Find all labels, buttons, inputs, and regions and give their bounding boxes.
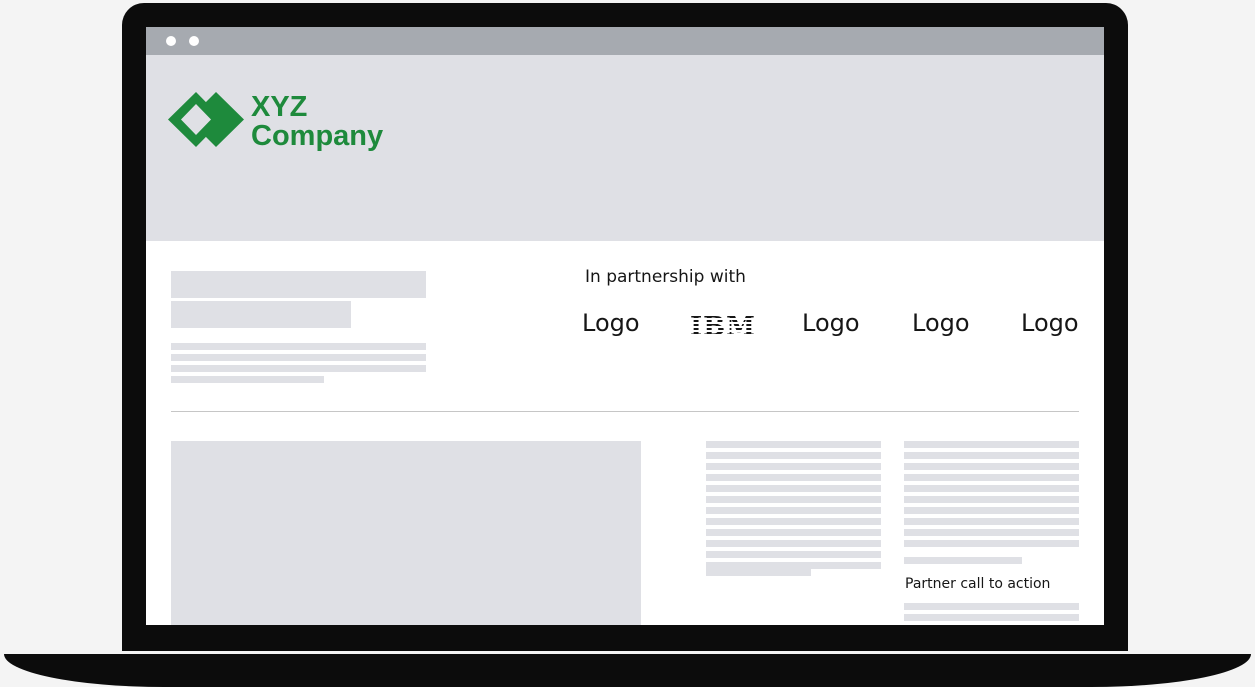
window-dot-icon bbox=[189, 36, 199, 46]
browser-bar bbox=[146, 27, 1104, 55]
text-line bbox=[904, 485, 1079, 492]
ibm-logo[interactable]: IBM bbox=[690, 312, 756, 342]
text-line bbox=[706, 441, 881, 448]
text-line bbox=[904, 614, 1079, 621]
text-line bbox=[706, 485, 881, 492]
brand-name-line1: XYZ bbox=[251, 91, 308, 123]
laptop-base bbox=[4, 654, 1251, 687]
text-line bbox=[904, 441, 1079, 448]
diamond-logo-icon bbox=[168, 92, 244, 147]
text-line bbox=[706, 529, 881, 536]
text-line bbox=[706, 474, 881, 481]
text-line bbox=[706, 507, 881, 514]
intro-text-line bbox=[171, 343, 426, 350]
intro-subtitle-placeholder bbox=[171, 301, 351, 328]
text-line bbox=[904, 518, 1079, 525]
partnership-heading: In partnership with bbox=[585, 267, 746, 287]
text-line bbox=[706, 540, 881, 547]
text-line bbox=[904, 452, 1079, 459]
text-line bbox=[706, 496, 881, 503]
text-line bbox=[904, 529, 1079, 536]
hero-banner: XYZ Company bbox=[146, 55, 1104, 241]
intro-text-line bbox=[171, 376, 324, 383]
text-line bbox=[904, 496, 1079, 503]
brand-logo[interactable]: XYZ Company bbox=[168, 91, 398, 161]
brand-name-line2: Company bbox=[251, 120, 384, 152]
text-line bbox=[904, 463, 1079, 470]
text-line bbox=[706, 452, 881, 459]
intro-title-placeholder bbox=[171, 271, 426, 298]
section-divider bbox=[171, 411, 1079, 412]
intro-text-line bbox=[171, 354, 426, 361]
partner-logo-4[interactable]: Logo bbox=[912, 309, 970, 337]
partner-cta-link[interactable]: Partner call to action bbox=[905, 576, 1050, 592]
text-line bbox=[904, 557, 1022, 564]
text-line bbox=[706, 562, 881, 569]
partner-logo-5[interactable]: Logo bbox=[1021, 309, 1079, 337]
partner-logo-3[interactable]: Logo bbox=[802, 309, 860, 337]
text-line bbox=[706, 518, 881, 525]
text-line bbox=[904, 507, 1079, 514]
text-line bbox=[904, 474, 1079, 481]
window-dot-icon bbox=[166, 36, 176, 46]
text-line bbox=[904, 603, 1079, 610]
text-line bbox=[706, 569, 811, 576]
laptop-screen: XYZ Company In partnership with Logo IBM… bbox=[146, 27, 1104, 625]
intro-text-line bbox=[171, 365, 426, 372]
brand-name: XYZ Company bbox=[251, 93, 383, 151]
partner-logo-1[interactable]: Logo bbox=[582, 309, 640, 337]
media-placeholder bbox=[171, 441, 641, 625]
text-line bbox=[706, 463, 881, 470]
text-line bbox=[904, 540, 1079, 547]
text-line bbox=[706, 551, 881, 558]
